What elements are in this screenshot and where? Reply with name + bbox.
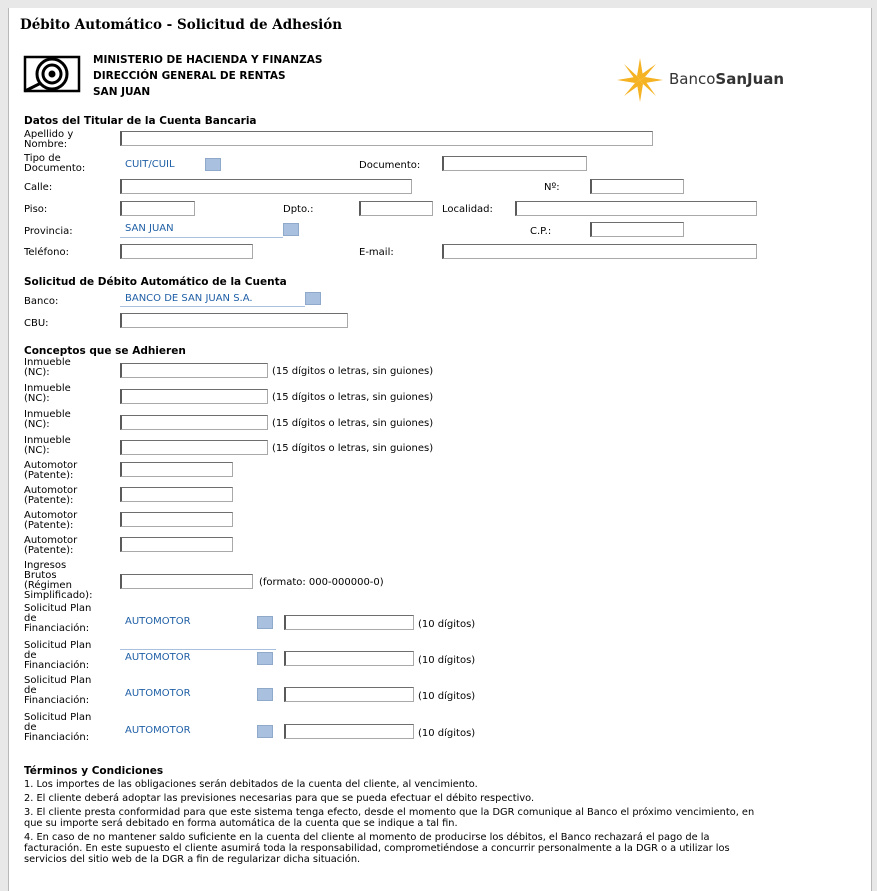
plan-numero-input[interactable] <box>284 651 414 666</box>
term-item: 3. El cliente presta conformidad para qu… <box>24 807 755 829</box>
calle-input[interactable] <box>120 179 412 194</box>
plan-tipo-select[interactable]: AUTOMOTOR <box>125 725 191 736</box>
localidad-input[interactable] <box>515 201 757 216</box>
inmueble-hint: (15 dígitos o letras, sin guiones) <box>272 392 434 403</box>
province-name: SAN JUAN <box>93 86 151 98</box>
agency-name: DIRECCIÓN GENERAL DE RENTAS <box>93 70 286 82</box>
banco-label: Banco: <box>24 296 59 307</box>
plan-hint: (10 dígitos) <box>418 691 476 702</box>
documento-label: Documento: <box>359 160 421 171</box>
plan-dropdown-icon[interactable] <box>257 725 273 738</box>
numero-label: Nº: <box>544 182 560 193</box>
terms-heading: Términos y Condiciones <box>24 765 164 777</box>
plan-hint: (10 dígitos) <box>418 728 476 739</box>
plan-tipo-select[interactable]: AUTOMOTOR <box>125 616 191 627</box>
bank-logo-name: SanJuan <box>715 70 785 88</box>
inmueble-label: Inmueble (NC): <box>24 383 71 404</box>
inmueble-input[interactable] <box>120 389 268 404</box>
cp-label: C.P.: <box>530 226 552 237</box>
ingresos-brutos-label: Ingresos Brutos (Régimen Simplificado): <box>24 560 93 601</box>
inmueble-label: Inmueble (NC): <box>24 435 71 456</box>
plan-numero-input[interactable] <box>284 615 414 630</box>
term-item: 4. En caso de no mantener saldo suficien… <box>24 832 730 865</box>
documento-input[interactable] <box>442 156 587 171</box>
plan-tipo-select[interactable]: AUTOMOTOR <box>125 688 191 699</box>
banco-underline <box>120 306 305 307</box>
cbu-input[interactable] <box>120 313 348 328</box>
inmueble-label: Inmueble (NC): <box>24 409 71 430</box>
automotor-input[interactable] <box>120 462 233 477</box>
plan-numero-input[interactable] <box>284 687 414 702</box>
titular-heading: Datos del Titular de la Cuenta Bancaria <box>24 115 257 127</box>
apellido-nombre-input[interactable] <box>120 131 653 146</box>
telefono-label: Teléfono: <box>24 247 69 258</box>
plan-financiacion-label: Solicitud Plan de Financiación: <box>24 640 92 671</box>
automotor-label: Automotor (Patente): <box>24 535 78 556</box>
plan-dropdown-icon[interactable] <box>257 616 273 629</box>
inmueble-label: Inmueble (NC): <box>24 357 71 378</box>
tipo-doc-label: Tipo de Documento: <box>24 153 86 174</box>
automotor-label: Automotor (Patente): <box>24 485 78 506</box>
piso-input[interactable] <box>120 201 195 216</box>
bank-star-icon <box>617 58 663 102</box>
calle-label: Calle: <box>24 182 53 193</box>
plan-financiacion-label: Solicitud Plan de Financiación: <box>24 712 92 743</box>
provincia-dropdown-icon[interactable] <box>283 223 299 236</box>
ingresos-brutos-hint: (formato: 000-000000-0) <box>259 577 384 588</box>
inmueble-input[interactable] <box>120 440 268 455</box>
plan-numero-input[interactable] <box>284 724 414 739</box>
tipo-doc-select[interactable]: CUIT/CUIL <box>125 159 175 170</box>
numero-input[interactable] <box>590 179 684 194</box>
provincia-label: Provincia: <box>24 226 73 237</box>
apellido-label: Apellido y Nombre: <box>24 129 74 150</box>
banco-select[interactable]: BANCO DE SAN JUAN S.A. <box>125 293 253 304</box>
plan-dropdown-icon[interactable] <box>257 688 273 701</box>
inmueble-input[interactable] <box>120 363 268 378</box>
ministry-name: MINISTERIO DE HACIENDA Y FINANZAS <box>93 54 323 66</box>
inmueble-hint: (15 dígitos o letras, sin guiones) <box>272 443 434 454</box>
email-label: E-mail: <box>359 247 394 258</box>
plan-underline <box>120 649 276 650</box>
plan-financiacion-label: Solicitud Plan de Financiación: <box>24 675 92 706</box>
plan-tipo-select[interactable]: AUTOMOTOR <box>125 652 191 663</box>
automotor-label: Automotor (Patente): <box>24 510 78 531</box>
dpto-label: Dpto.: <box>283 204 314 215</box>
solicitud-heading: Solicitud de Débito Automático de la Cue… <box>24 276 287 288</box>
bank-logo-text: BancoSanJuan <box>669 70 784 88</box>
localidad-label: Localidad: <box>442 204 493 215</box>
plan-financiacion-label: Solicitud Plan de Financiación: <box>24 603 92 634</box>
plan-hint: (10 dígitos) <box>418 655 476 666</box>
plan-hint: (10 dígitos) <box>418 619 476 630</box>
cbu-label: CBU: <box>24 318 49 329</box>
cp-input[interactable] <box>590 222 684 237</box>
automotor-input[interactable] <box>120 512 233 527</box>
inmueble-hint: (15 dígitos o letras, sin guiones) <box>272 366 434 377</box>
dpto-input[interactable] <box>359 201 433 216</box>
automotor-input[interactable] <box>120 537 233 552</box>
terms-list: 1. Los importes de las obligaciones será… <box>24 779 759 868</box>
form-page: Débito Automático - Solicitud de Adhesió… <box>8 8 872 891</box>
plan-dropdown-icon[interactable] <box>257 652 273 665</box>
term-item: 1. Los importes de las obligaciones será… <box>24 779 478 790</box>
bank-logo-prefix: Banco <box>669 70 716 88</box>
provincia-select[interactable]: SAN JUAN <box>125 223 174 234</box>
dgr-logo-icon <box>23 55 81 93</box>
provincia-underline <box>120 237 283 238</box>
ingresos-brutos-input[interactable] <box>120 574 253 589</box>
inmueble-hint: (15 dígitos o letras, sin guiones) <box>272 418 434 429</box>
telefono-input[interactable] <box>120 244 253 259</box>
piso-label: Piso: <box>24 204 48 215</box>
automotor-input[interactable] <box>120 487 233 502</box>
term-item: 2. El cliente deberá adoptar las previsi… <box>24 793 535 804</box>
inmueble-input[interactable] <box>120 415 268 430</box>
banco-dropdown-icon[interactable] <box>305 292 321 305</box>
conceptos-heading: Conceptos que se Adhieren <box>24 345 186 357</box>
email-input[interactable] <box>442 244 757 259</box>
automotor-label: Automotor (Patente): <box>24 460 78 481</box>
page-title: Débito Automático - Solicitud de Adhesió… <box>20 17 343 33</box>
tipo-doc-dropdown-icon[interactable] <box>205 158 221 171</box>
